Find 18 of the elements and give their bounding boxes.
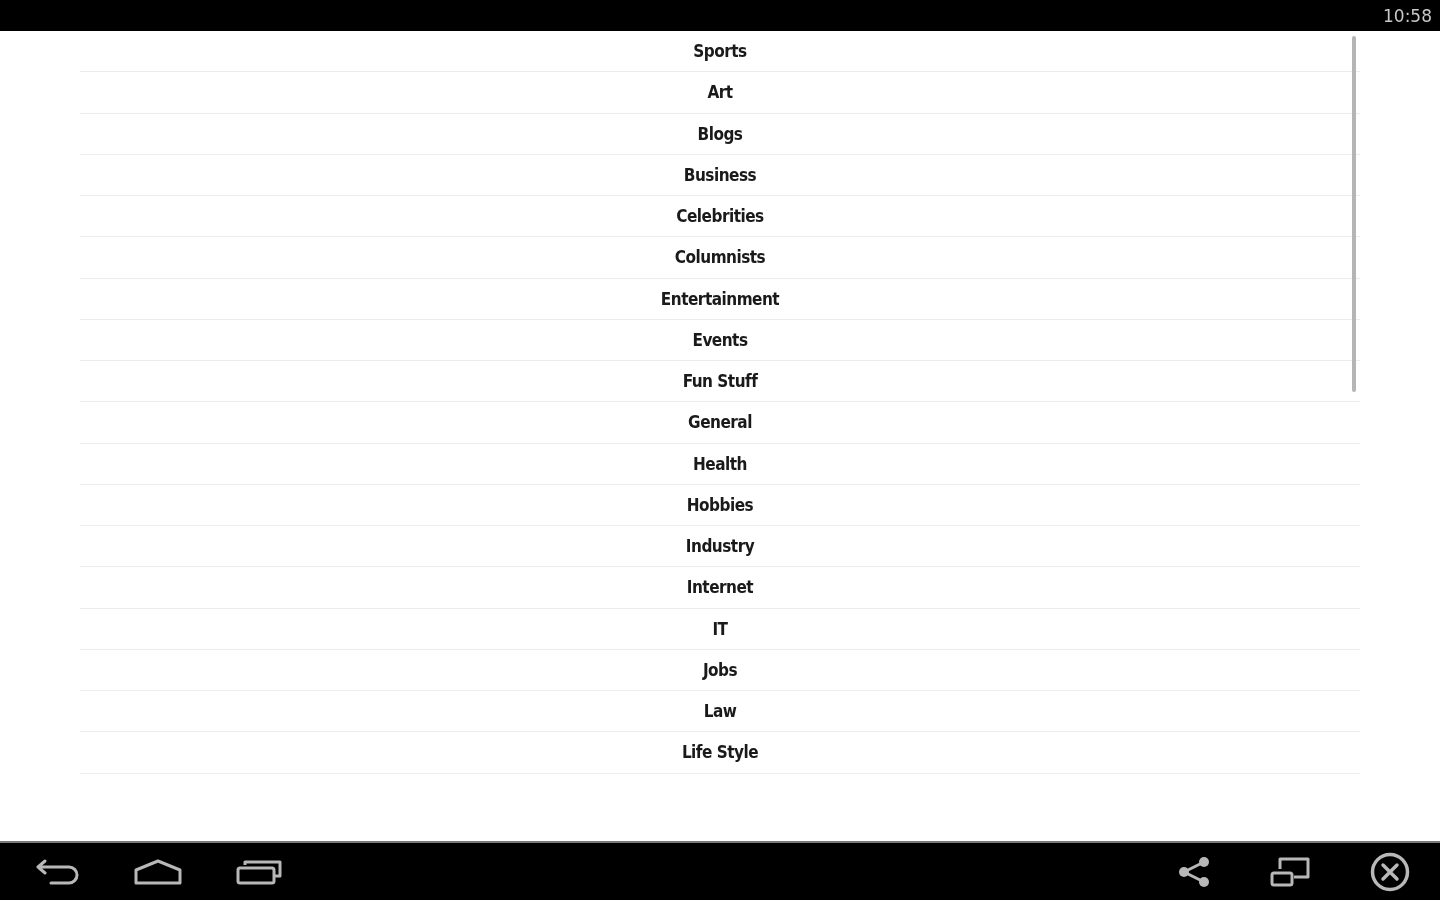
category-item[interactable]: Life Style — [80, 732, 1360, 774]
screen-overlap-icon[interactable] — [1270, 856, 1310, 887]
category-item[interactable]: Jobs — [80, 649, 1360, 691]
clock-time: 10:58 — [1383, 5, 1432, 26]
close-icon[interactable] — [1370, 851, 1410, 892]
share-icon[interactable] — [1178, 856, 1210, 887]
category-item[interactable]: Fun Stuff — [80, 361, 1360, 403]
recent-apps-icon[interactable] — [236, 858, 282, 885]
category-item[interactable]: IT — [80, 608, 1360, 650]
home-icon[interactable] — [134, 858, 182, 885]
category-item[interactable]: Industry — [80, 526, 1360, 568]
category-item[interactable]: Health — [80, 443, 1360, 485]
category-item[interactable]: Sports — [80, 31, 1360, 73]
category-item[interactable]: Internet — [80, 567, 1360, 609]
back-arrow-icon[interactable] — [36, 858, 80, 885]
category-item[interactable]: General — [80, 402, 1360, 444]
category-item[interactable]: Law — [80, 691, 1360, 733]
category-item[interactable]: Hobbies — [80, 484, 1360, 526]
